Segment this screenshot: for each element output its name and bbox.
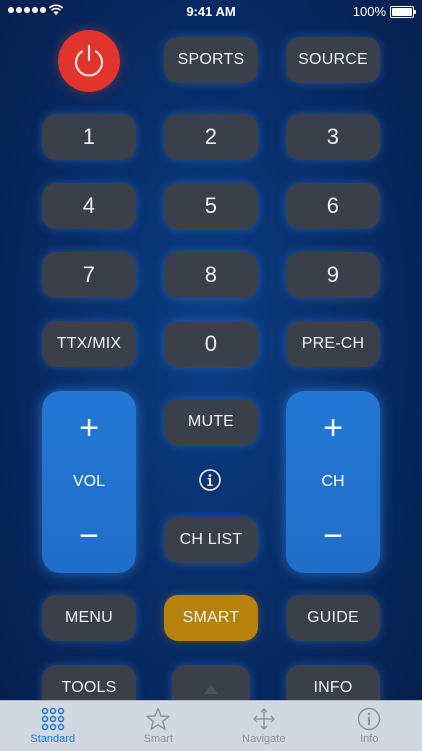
move-arrows-icon xyxy=(251,707,277,731)
menu-button[interactable]: MENU xyxy=(42,595,136,641)
number-1-button[interactable]: 1 xyxy=(42,114,136,160)
grid-icon xyxy=(41,707,65,731)
number-7-button[interactable]: 7 xyxy=(42,252,136,298)
power-icon xyxy=(69,41,109,81)
status-bar: 9:41 AM 100% xyxy=(0,0,422,24)
channel-down-button[interactable]: − xyxy=(286,519,380,553)
ch-list-button[interactable]: CH LIST xyxy=(164,517,258,563)
tab-smart-label: Smart xyxy=(144,733,173,745)
channel-label: CH xyxy=(286,473,380,491)
tab-smart[interactable]: Smart xyxy=(106,701,212,751)
volume-rocker: + VOL − xyxy=(42,391,136,573)
channel-rocker: + CH − xyxy=(286,391,380,573)
number-9-button[interactable]: 9 xyxy=(286,252,380,298)
guide-button[interactable]: GUIDE xyxy=(286,595,380,641)
number-6-button[interactable]: 6 xyxy=(286,183,380,229)
power-button[interactable] xyxy=(58,30,120,92)
channel-up-button[interactable]: + xyxy=(286,411,380,445)
sports-button[interactable]: SPORTS xyxy=(164,37,258,83)
number-2-button[interactable]: 2 xyxy=(164,114,258,160)
number-8-button[interactable]: 8 xyxy=(164,252,258,298)
smart-button[interactable]: SMART xyxy=(164,595,258,641)
tab-standard-label: Standard xyxy=(30,733,75,745)
mute-button[interactable]: MUTE xyxy=(164,399,258,445)
up-arrow-icon xyxy=(203,683,219,695)
ttx-mix-button[interactable]: TTX/MIX xyxy=(42,321,136,367)
number-3-button[interactable]: 3 xyxy=(286,114,380,160)
volume-down-button[interactable]: − xyxy=(42,519,136,553)
battery-percentage: 100% xyxy=(353,4,386,19)
volume-up-button[interactable]: + xyxy=(42,411,136,445)
volume-label: VOL xyxy=(42,473,136,491)
pre-ch-button[interactable]: PRE-CH xyxy=(286,321,380,367)
tab-info-label: Info xyxy=(360,733,378,745)
tab-info[interactable]: Info xyxy=(317,701,422,751)
battery-icon xyxy=(390,6,414,18)
info-icon[interactable] xyxy=(199,469,221,491)
tab-standard[interactable]: Standard xyxy=(0,701,106,751)
tab-navigate[interactable]: Navigate xyxy=(211,701,317,751)
source-button[interactable]: SOURCE xyxy=(286,37,380,83)
info-circle-icon xyxy=(357,707,381,731)
star-icon xyxy=(145,707,171,731)
tab-bar: Standard Smart Navigate Info xyxy=(0,700,422,751)
number-0-button[interactable]: 0 xyxy=(164,321,258,367)
tab-navigate-label: Navigate xyxy=(242,733,285,745)
number-4-button[interactable]: 4 xyxy=(42,183,136,229)
number-5-button[interactable]: 5 xyxy=(164,183,258,229)
